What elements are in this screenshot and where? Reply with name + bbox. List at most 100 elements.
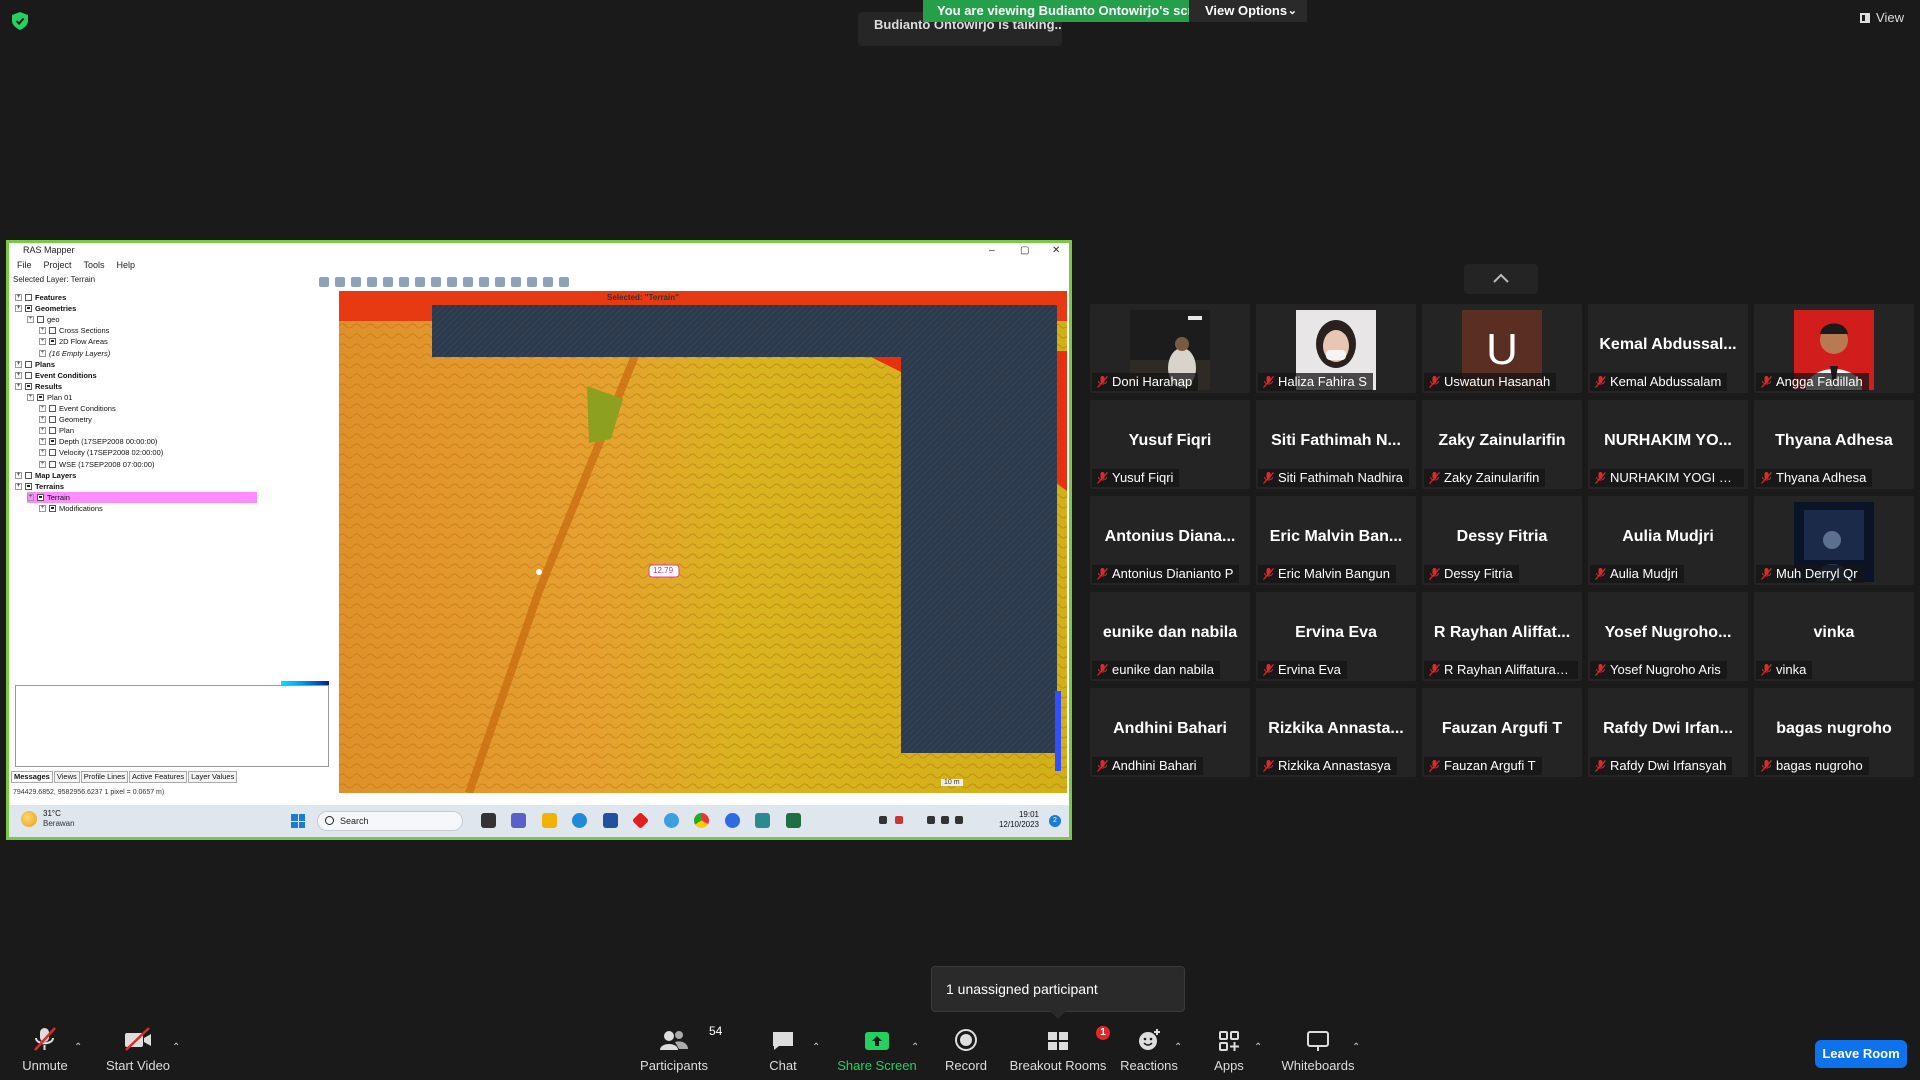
toolbar-icon[interactable] <box>495 277 505 287</box>
weather-icon[interactable] <box>21 811 37 827</box>
layer-tree-item[interactable]: + Event Conditions <box>15 370 97 381</box>
tab-views[interactable]: Views <box>53 771 80 783</box>
expand-icon[interactable]: + <box>39 504 46 512</box>
menu-help[interactable]: Help <box>117 258 136 273</box>
participant-tile[interactable]: Siti Fathimah N... Siti Fathimah Nadhira <box>1256 400 1416 489</box>
participant-tile[interactable]: bagas nugroho bagas nugroho <box>1754 688 1914 777</box>
participant-tile[interactable]: Ervina Eva Ervina Eva <box>1256 592 1416 681</box>
teams-icon[interactable] <box>511 813 526 828</box>
participant-tile[interactable]: U Uswatun Hasanah <box>1422 304 1582 393</box>
participant-tile[interactable]: Yosef Nugroho... Yosef Nugroho Aris <box>1588 592 1748 681</box>
volume-icon[interactable] <box>941 816 949 824</box>
reactions-options-caret[interactable]: ⌃ <box>1174 1042 1182 1053</box>
participant-tile[interactable]: Angga Fadillah <box>1754 304 1914 393</box>
layer-checkbox[interactable] <box>25 305 32 313</box>
expand-icon[interactable]: + <box>39 416 46 424</box>
maximize-icon[interactable]: ▢ <box>1020 243 1029 258</box>
toolbar-icon[interactable] <box>543 277 553 287</box>
tray-icon[interactable] <box>879 816 887 824</box>
participant-tile[interactable]: Rafdy Dwi Irfan... Rafdy Dwi Irfansyah <box>1588 688 1748 777</box>
participant-tile[interactable]: Dessy Fitria Dessy Fitria <box>1422 496 1582 585</box>
task-view-icon[interactable] <box>481 813 496 828</box>
expand-icon[interactable]: + <box>39 338 46 346</box>
taskbar-search[interactable]: Search <box>317 811 463 831</box>
layer-tree-item[interactable]: + Plan 01 <box>27 392 72 403</box>
toolbar-icon[interactable] <box>351 277 361 287</box>
expand-icon[interactable]: + <box>39 327 46 335</box>
layer-tree-item[interactable]: + Geometries <box>15 303 76 314</box>
layer-checkbox[interactable] <box>49 438 56 446</box>
toolbar-icon[interactable] <box>559 277 569 287</box>
video-options-caret[interactable]: ⌃ <box>172 1042 180 1053</box>
expand-icon[interactable]: + <box>15 360 22 368</box>
participant-tile[interactable]: Kemal Abdussal... Kemal Abdussalam <box>1588 304 1748 393</box>
chat-options-caret[interactable]: ⌃ <box>812 1042 820 1053</box>
terrain-map[interactable]: 12.79 Selected: "Terrain" 10 m <box>339 291 1067 793</box>
share-options-caret[interactable]: ⌃ <box>911 1042 919 1053</box>
layer-checkbox[interactable] <box>49 449 56 457</box>
close-icon[interactable]: ✕ <box>1052 243 1060 258</box>
app-icon[interactable] <box>755 813 770 828</box>
layer-tree-item[interactable]: + Depth (17SEP2008 00:00:00) <box>39 436 157 447</box>
expand-icon[interactable]: + <box>27 393 34 401</box>
zoom-icon[interactable] <box>725 813 740 828</box>
tray-icon[interactable] <box>895 816 903 824</box>
ras-mapper-taskbar-icon[interactable] <box>786 813 801 828</box>
expand-icon[interactable]: + <box>39 438 46 446</box>
participant-tile[interactable]: Fauzan Argufi T Fauzan Argufi T <box>1422 688 1582 777</box>
layer-checkbox[interactable] <box>25 294 32 301</box>
toolbar-icon[interactable] <box>335 277 345 287</box>
reactions-button[interactable]: Reactions <box>1120 1024 1178 1080</box>
expand-icon[interactable]: + <box>15 482 22 490</box>
share-screen-button[interactable]: Share Screen <box>837 1024 917 1080</box>
store-icon[interactable] <box>603 813 618 828</box>
layer-tree-item[interactable]: + Terrains <box>15 481 64 492</box>
toolbar-icon[interactable] <box>463 277 473 287</box>
expand-icon[interactable]: + <box>15 382 22 390</box>
tab-layer-values[interactable]: Layer Values <box>188 771 238 783</box>
tab-profile-lines[interactable]: Profile Lines <box>80 771 129 783</box>
participant-tile[interactable]: Aulia Mudjri Aulia Mudjri <box>1588 496 1748 585</box>
layer-tree-item[interactable]: + Event Conditions <box>39 403 116 414</box>
expand-icon[interactable]: + <box>15 294 22 301</box>
windows-start-icon[interactable] <box>291 814 305 828</box>
tab-messages[interactable]: Messages <box>11 771 53 783</box>
toolbar-icon[interactable] <box>383 277 393 287</box>
app-icon[interactable] <box>664 813 679 828</box>
layer-tree-item[interactable]: + Cross Sections <box>39 325 109 336</box>
toolbar-icon[interactable] <box>479 277 489 287</box>
toolbar-icon[interactable] <box>367 277 377 287</box>
layer-tree-item[interactable]: + Plan <box>39 425 74 436</box>
chat-button[interactable]: Chat <box>768 1024 798 1080</box>
app-icon[interactable] <box>632 812 649 829</box>
participant-tile[interactable]: Andhini Bahari Andhini Bahari <box>1090 688 1250 777</box>
layer-tree-item[interactable]: +2D Flow Areas <box>39 336 108 347</box>
participant-tile[interactable]: Rizkika Annasta... Rizkika Annastasya <box>1256 688 1416 777</box>
layer-checkbox[interactable] <box>49 338 56 346</box>
expand-icon[interactable]: + <box>39 405 46 412</box>
layer-checkbox[interactable] <box>37 393 44 401</box>
menu-project[interactable]: Project <box>44 258 72 273</box>
apps-options-caret[interactable]: ⌃ <box>1254 1042 1262 1053</box>
breakout-rooms-button[interactable]: 1 Breakout Rooms <box>1010 1024 1110 1080</box>
chrome-icon[interactable] <box>694 813 709 828</box>
audio-options-caret[interactable]: ⌃ <box>74 1042 82 1053</box>
toolbar-icon[interactable] <box>319 277 329 287</box>
layer-tree-item[interactable]: + Terrain <box>27 491 257 503</box>
clock-date[interactable]: 12/10/2023 <box>999 820 1039 829</box>
layer-tree-item[interactable]: + Geometry <box>39 414 92 425</box>
layer-checkbox[interactable] <box>25 382 32 390</box>
layer-checkbox[interactable] <box>49 504 56 512</box>
view-button[interactable]: View <box>1860 10 1904 25</box>
unmute-button[interactable]: Unmute <box>20 1024 70 1080</box>
participant-tile[interactable]: Doni Harahap <box>1090 304 1250 393</box>
view-options-button[interactable]: View Options ⌄ <box>1189 0 1307 22</box>
layer-checkbox[interactable] <box>49 427 56 435</box>
layer-checkbox[interactable] <box>25 360 32 368</box>
battery-icon[interactable] <box>955 816 963 824</box>
layer-tree-item[interactable]: + (16 Empty Layers) <box>39 348 110 359</box>
layer-tree-item[interactable]: + Results <box>15 381 62 392</box>
file-explorer-icon[interactable] <box>542 813 557 828</box>
security-shield-icon[interactable] <box>12 12 28 30</box>
participants-button[interactable]: 54 Participants <box>640 1024 722 1080</box>
